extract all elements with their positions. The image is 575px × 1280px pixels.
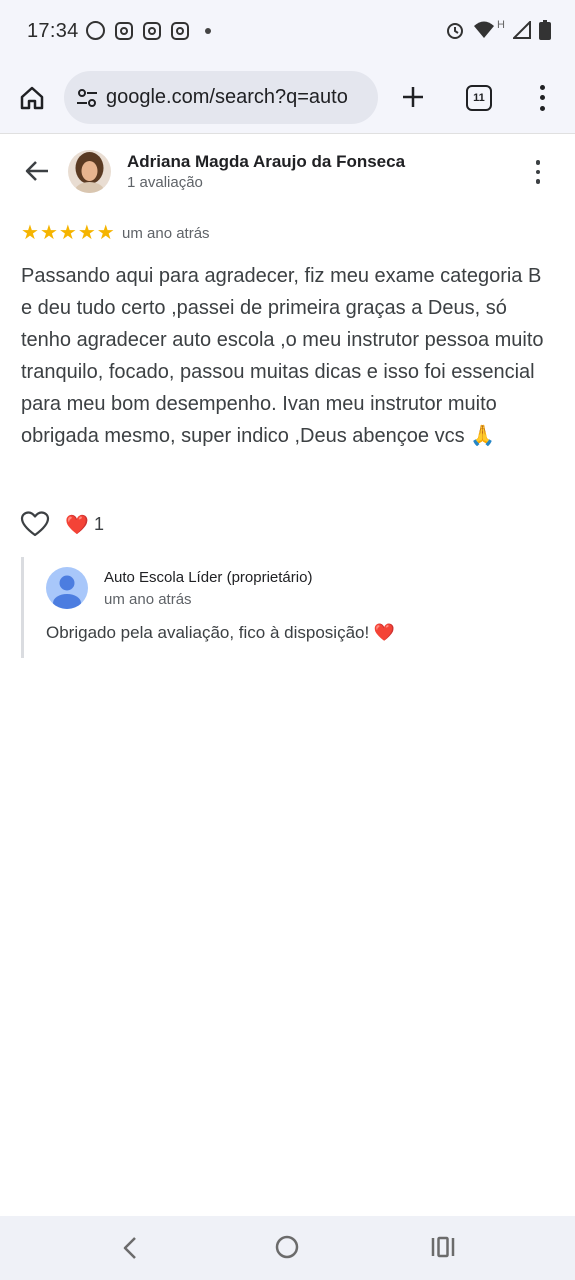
whatsapp-icon — [86, 21, 105, 40]
owner-name: Auto Escola Líder (proprietário) — [104, 569, 313, 586]
person-icon — [53, 575, 81, 609]
star-rating: ★ ★ ★ ★ ★ — [21, 223, 115, 243]
owner-reply-text: Obrigado pela avaliação, fico à disposiç… — [46, 623, 396, 642]
reviewer-avatar[interactable] — [68, 150, 111, 193]
more-vert-icon — [539, 84, 545, 90]
arrow-back-icon — [25, 161, 48, 181]
alarm-icon — [447, 23, 464, 39]
review-text: Passando aqui para agradecer, fiz meu ex… — [21, 265, 544, 447]
status-bar: 17:34 H — [0, 0, 575, 64]
home-button[interactable] — [14, 80, 50, 116]
url-text[interactable]: google.com/search?q=auto — [106, 86, 348, 109]
nav-back-icon[interactable] — [118, 1234, 144, 1262]
instagram-icon — [115, 21, 133, 40]
owner-reply-date: um ano atrás — [104, 591, 192, 608]
reaction-count: 1 — [94, 514, 105, 534]
tab-count: 11 — [473, 92, 485, 104]
browser-menu-button[interactable] — [530, 82, 554, 114]
status-time: 17:34 — [27, 20, 79, 42]
battery-icon — [539, 20, 551, 40]
star-icon: ★ — [58, 222, 77, 244]
plus-icon — [403, 87, 423, 107]
wifi-icon — [474, 21, 495, 38]
heart-outline-icon — [20, 511, 50, 537]
instagram-icon — [143, 21, 161, 40]
browser-toolbar: google.com/search?q=auto 11 — [0, 64, 575, 134]
system-nav-bar — [0, 1216, 575, 1280]
review-options-button[interactable] — [528, 158, 548, 186]
site-settings-icon[interactable] — [76, 87, 98, 109]
url-bar[interactable]: google.com/search?q=auto — [64, 71, 378, 124]
more-vert-icon — [535, 160, 541, 165]
instagram-icon — [171, 21, 189, 40]
star-icon: ★ — [21, 222, 39, 244]
owner-reply: Auto Escola Líder (proprietário) um ano … — [21, 557, 557, 658]
nav-home-icon[interactable] — [274, 1234, 300, 1260]
reviewer-review-count: 1 avaliação — [127, 174, 203, 191]
home-icon — [20, 86, 44, 110]
heart-reaction-icon: ❤️ — [65, 515, 89, 536]
notification-dot — [205, 27, 211, 34]
star-icon: ★ — [77, 222, 96, 244]
back-button[interactable] — [22, 156, 52, 186]
new-tab-button[interactable] — [396, 80, 430, 114]
notification-icons — [86, 21, 211, 40]
reviewer-photo — [68, 150, 111, 193]
reviewer-name[interactable]: Adriana Magda Araujo da Fonseca — [127, 152, 405, 172]
owner-avatar — [46, 567, 88, 609]
system-icons: H — [445, 19, 551, 40]
tab-switcher-button[interactable]: 11 — [466, 85, 492, 111]
signal-icon — [513, 21, 531, 39]
nav-recent-apps-icon[interactable] — [430, 1234, 456, 1260]
network-type-label: H — [497, 19, 505, 31]
like-button[interactable] — [20, 510, 50, 540]
star-icon: ★ — [39, 222, 58, 244]
review-date: um ano atrás — [122, 225, 210, 242]
star-icon: ★ — [96, 222, 115, 244]
